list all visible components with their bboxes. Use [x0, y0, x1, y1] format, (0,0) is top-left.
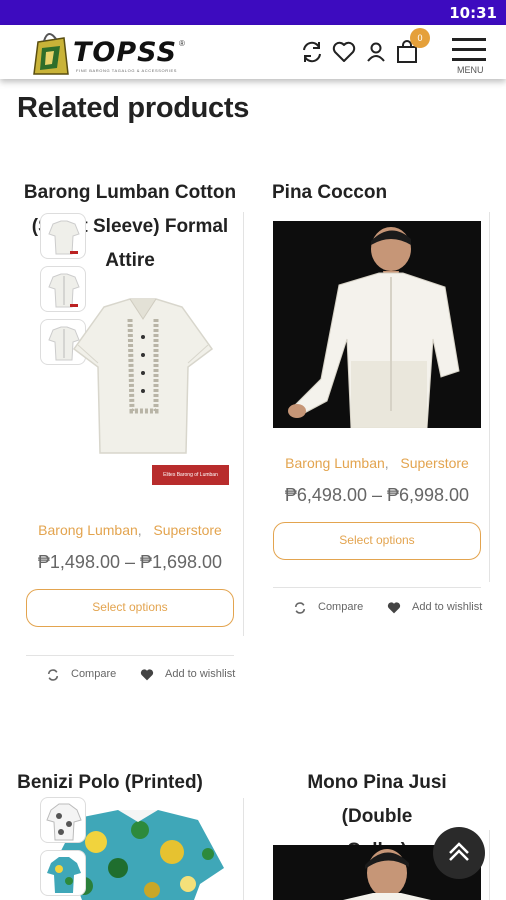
category-link[interactable]: Barong Lumban: [38, 522, 138, 538]
compare-icon: [294, 602, 306, 614]
product-price: ₱1,498.00 – ₱1,698.00: [37, 552, 223, 572]
product-image[interactable]: [64, 293, 234, 493]
section-title: Related products: [17, 92, 250, 124]
category-link[interactable]: Superstore: [400, 455, 468, 471]
product-title[interactable]: Benizi Polo (Printed): [10, 766, 210, 800]
logo-bag-icon: [33, 33, 69, 75]
status-time: 10:31: [449, 4, 497, 22]
product-price: ₱6,498.00 – ₱6,998.00: [284, 485, 470, 505]
status-bar: 10:31: [0, 0, 506, 25]
compare-icon: [47, 669, 59, 681]
registered-icon: ®: [179, 39, 185, 48]
card-divider: [489, 212, 490, 582]
select-options-button[interactable]: Select options: [26, 589, 234, 627]
scroll-to-top-button[interactable]: [433, 827, 485, 879]
account-user-icon[interactable]: [363, 39, 389, 65]
brand-label-badge: Elites Barong of Lumban: [152, 465, 229, 485]
product-categories: Barong Lumban, Superstore: [285, 455, 469, 471]
product-title[interactable]: Pina Coccon: [272, 176, 482, 210]
card-divider: [243, 798, 244, 900]
chevron-up-icon: [449, 842, 469, 861]
card-divider: [489, 830, 490, 900]
card-divider: [26, 655, 234, 656]
select-options-button[interactable]: Select options: [273, 522, 481, 560]
gallery-thumbnail[interactable]: [40, 797, 86, 843]
card-divider: [243, 212, 244, 636]
compare-icon[interactable]: [299, 39, 325, 65]
wishlist-heart-icon[interactable]: [331, 39, 357, 65]
logo-tagline: FINE BARONG TAGALOG & ACCESSORIES: [76, 68, 178, 73]
heart-icon: [140, 669, 154, 681]
product-categories: Barong Lumban, Superstore: [38, 522, 222, 538]
menu-label: MENU: [457, 65, 484, 75]
heart-icon: [387, 602, 401, 614]
topss-logo[interactable]: TOPSS ® FINE BARONG TAGALOG & ACCESSORIE…: [30, 28, 190, 76]
card-divider: [273, 587, 481, 588]
category-link[interactable]: Barong Lumban: [285, 455, 385, 471]
gallery-thumbnail[interactable]: [40, 850, 86, 896]
product-image[interactable]: [273, 221, 481, 428]
cart-count-badge: 0: [410, 28, 430, 48]
logo-wordmark: TOPSS: [73, 37, 178, 68]
gallery-thumbnail[interactable]: [40, 213, 86, 259]
hamburger-icon: [452, 38, 486, 41]
category-link[interactable]: Superstore: [153, 522, 221, 538]
site-header: TOPSS ® FINE BARONG TAGALOG & ACCESSORIE…: [0, 25, 506, 79]
